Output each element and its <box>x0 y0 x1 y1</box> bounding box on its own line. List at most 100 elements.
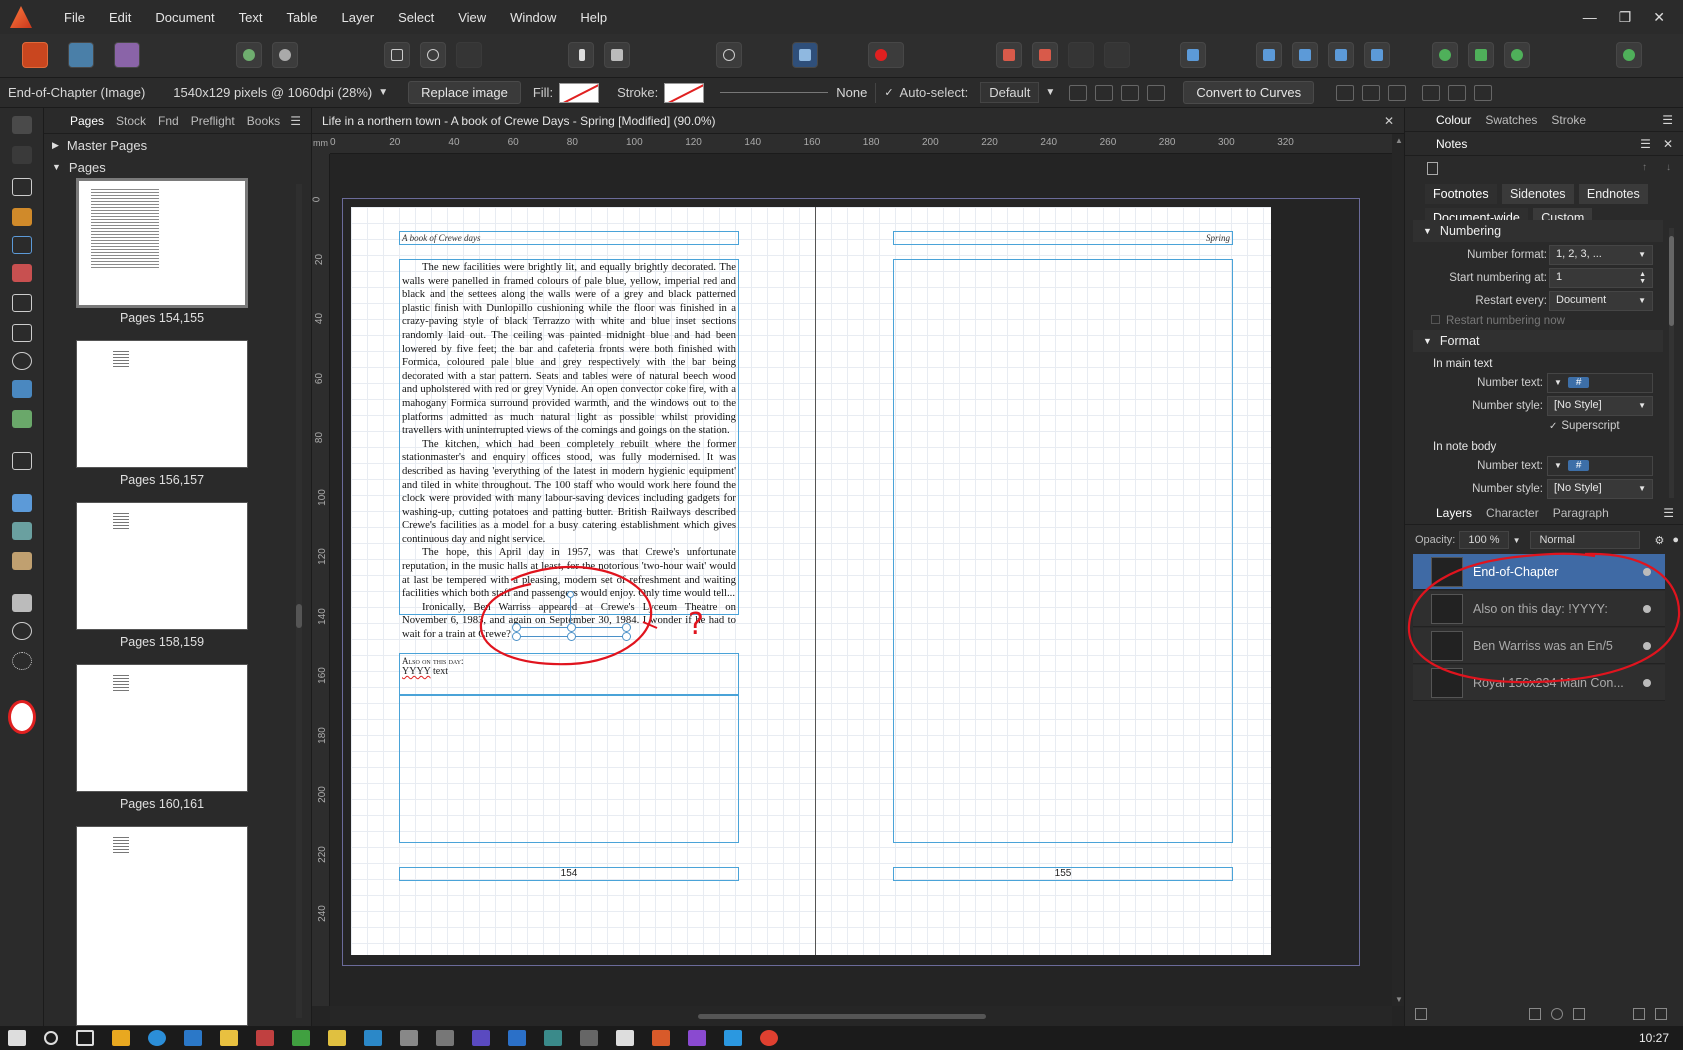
move-tool-icon[interactable] <box>12 116 32 134</box>
menu-edit[interactable]: Edit <box>97 10 143 25</box>
restart-every-dropdown[interactable]: Document ▼ <box>1549 291 1653 311</box>
mask-icon[interactable] <box>1529 1008 1541 1020</box>
publisher-persona-icon[interactable] <box>22 42 48 68</box>
check-icon[interactable]: ✓ <box>1549 421 1557 432</box>
lock-icon[interactable]: ● <box>1672 534 1679 546</box>
stepper-icon[interactable]: ▲ ▼ <box>1639 271 1646 285</box>
colour-swatch-icon[interactable] <box>8 700 36 734</box>
fill-swatch[interactable] <box>559 82 600 103</box>
app-icon[interactable] <box>328 1030 346 1046</box>
number-text-field[interactable]: ▼ # <box>1547 373 1653 393</box>
crop-icon[interactable] <box>1095 84 1114 101</box>
delete-layer-icon[interactable] <box>1655 1008 1667 1020</box>
color-picker-tool-icon[interactable] <box>12 552 32 570</box>
settings-gear-icon[interactable] <box>236 42 262 68</box>
frame-text-tool-icon[interactable] <box>12 178 32 196</box>
tab-pages[interactable]: Pages <box>64 114 110 128</box>
number-format-dropdown[interactable]: 1, 2, 3, ... ▼ <box>1549 245 1653 265</box>
move-forward-icon[interactable] <box>1032 42 1058 68</box>
menu-select[interactable]: Select <box>386 10 446 25</box>
add-layer-icon[interactable] <box>1415 1008 1427 1020</box>
checkbox-icon[interactable] <box>1431 315 1440 324</box>
close-icon[interactable]: ✕ <box>1653 9 1665 26</box>
preview-mode-icon[interactable] <box>420 42 446 68</box>
designer-persona-icon[interactable] <box>114 42 140 68</box>
account-icon[interactable] <box>1616 42 1642 68</box>
transparency-tool-icon[interactable] <box>12 522 32 540</box>
superscript-checkbox[interactable]: ✓ Superscript <box>1549 420 1620 432</box>
auto-select-checkbox[interactable]: ✓ <box>884 86 893 99</box>
spread-thumbnail-162[interactable] <box>76 826 248 1026</box>
transform-origin-icon[interactable] <box>1069 84 1088 101</box>
rotate-right-icon[interactable] <box>1364 42 1390 68</box>
pin-icon[interactable] <box>568 42 594 68</box>
dropdown-chevron-icon[interactable]: ▼ <box>1638 296 1646 305</box>
document-tab[interactable]: Life in a northern town - A book of Crew… <box>312 108 1404 134</box>
fx-icon[interactable] <box>1573 1008 1585 1020</box>
panel-menu-icon[interactable]: ☰ <box>1640 137 1651 151</box>
text-wrap-icon[interactable] <box>604 42 630 68</box>
outlook-icon[interactable] <box>508 1030 526 1046</box>
vertical-ruler[interactable]: 0 20 40 60 80 100 120 140 160 180 200 220 240 <box>312 154 330 1006</box>
close-document-icon[interactable]: ✕ <box>1384 114 1394 128</box>
dropdown-chevron-icon[interactable]: ▼ <box>1554 378 1562 387</box>
horizontal-ruler[interactable]: 0 20 40 60 80 100 120 140 160 180 200 220 240 260 280 3… <box>330 134 1392 154</box>
resize-handle[interactable] <box>567 623 576 632</box>
align-center-icon[interactable] <box>1362 84 1381 101</box>
menu-text[interactable]: Text <box>227 10 275 25</box>
start-numbering-input[interactable]: 1 ▲ ▼ <box>1549 268 1653 288</box>
blend-mode-dropdown[interactable]: Normal <box>1530 531 1641 549</box>
restart-numbering-now-checkbox[interactable]: Restart numbering now <box>1431 315 1565 327</box>
dropdown-chevron-icon[interactable]: ▼ <box>1554 461 1562 470</box>
layer-name[interactable]: End-of-Chapter <box>1473 565 1643 579</box>
arrow-up-icon[interactable]: ↑ <box>1642 162 1647 173</box>
text-frame-icon[interactable] <box>792 42 818 68</box>
file-explorer-icon[interactable] <box>220 1030 238 1046</box>
collapse-chevron-icon[interactable]: ▼ <box>52 162 61 172</box>
artistic-text-tool-icon[interactable] <box>12 236 32 254</box>
crop-tool-icon[interactable] <box>12 452 32 470</box>
scroll-down-icon[interactable]: ▼ <box>1395 995 1403 1004</box>
stroke-swatch[interactable] <box>664 82 705 103</box>
align-left-icon[interactable] <box>1336 84 1355 101</box>
fill-tool-icon[interactable] <box>12 494 32 512</box>
visibility-icon[interactable] <box>1643 604 1651 613</box>
tab-colour[interactable]: Colour <box>1429 113 1478 127</box>
dimensions-dropdown-icon[interactable]: ▼ <box>378 87 388 98</box>
stroke-style-line[interactable] <box>720 92 829 93</box>
menu-window[interactable]: Window <box>498 10 568 25</box>
app-icon[interactable] <box>472 1030 490 1046</box>
note-number-style-dropdown[interactable]: [No Style] ▼ <box>1547 479 1653 499</box>
duplicate-layer-icon[interactable] <box>1633 1008 1645 1020</box>
rotate-handle[interactable] <box>567 591 574 598</box>
numbering-section[interactable]: ▼ Numbering <box>1413 220 1663 242</box>
ellipse-tool-icon[interactable] <box>12 352 32 370</box>
zoom-tool-icon[interactable] <box>12 622 32 640</box>
grid-icon[interactable] <box>1147 84 1166 101</box>
app-icon[interactable] <box>256 1030 274 1046</box>
vector-crop-tool-icon[interactable] <box>12 410 32 428</box>
tab-swatches[interactable]: Swatches <box>1478 113 1544 127</box>
spread-thumbnail-156[interactable] <box>76 340 248 468</box>
tab-sidenotes[interactable]: Sidenotes <box>1501 184 1574 204</box>
app-icon[interactable] <box>292 1030 310 1046</box>
number-token[interactable]: # <box>1567 460 1590 471</box>
move-top-icon[interactable] <box>1068 42 1094 68</box>
menu-help[interactable]: Help <box>568 10 619 25</box>
menu-table[interactable]: Table <box>274 10 329 25</box>
layer-name[interactable]: Royal 156x234 Main Con... <box>1473 676 1643 690</box>
move-back-icon[interactable] <box>996 42 1022 68</box>
dropdown-chevron-icon[interactable]: ▼ <box>1638 401 1646 410</box>
preflight-icon[interactable] <box>716 42 742 68</box>
panel-menu-icon[interactable]: ☰ <box>1663 506 1674 520</box>
layer-name[interactable]: Also on this day: !YYYY: <box>1473 602 1643 616</box>
panel-menu-icon[interactable]: ☰ <box>1662 113 1673 127</box>
snapping-magnet-icon[interactable] <box>868 42 904 68</box>
hand-tool-icon[interactable] <box>12 594 32 612</box>
spread-thumbnail-158[interactable] <box>76 502 248 630</box>
node-tool-icon[interactable] <box>12 146 32 164</box>
preferences-gear-icon[interactable] <box>272 42 298 68</box>
pages-row[interactable]: ▼ Pages <box>44 156 311 178</box>
empty-frame[interactable] <box>399 695 739 843</box>
position-icon[interactable] <box>1121 84 1140 101</box>
